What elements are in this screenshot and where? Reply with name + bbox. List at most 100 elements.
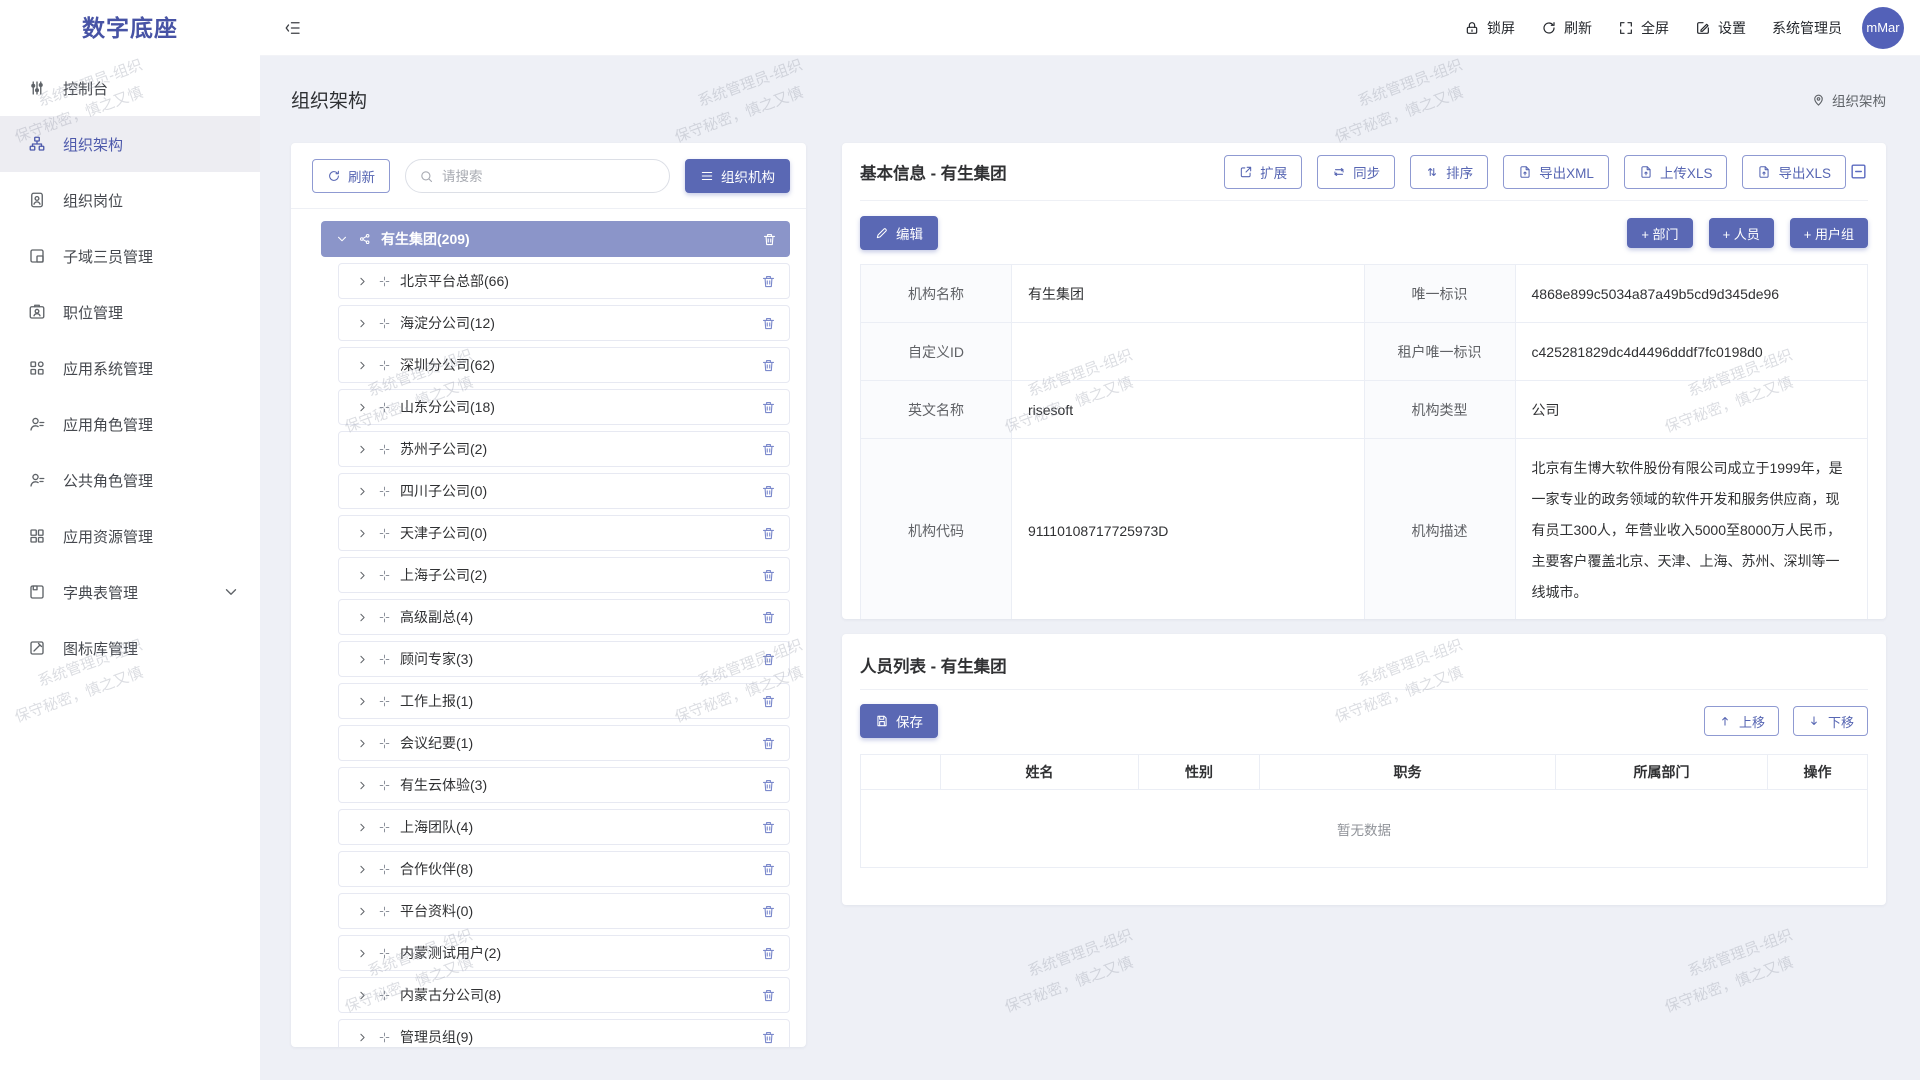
drag-handle-icon[interactable]: [378, 611, 391, 624]
trash-icon[interactable]: [761, 400, 776, 415]
sidebar-item[interactable]: 职位管理: [0, 284, 260, 340]
tree-node[interactable]: 管理员组(9): [338, 1019, 790, 1047]
search-input[interactable]: [442, 169, 656, 184]
chevron-right-icon[interactable]: [356, 485, 369, 498]
chevron-right-icon[interactable]: [356, 527, 369, 540]
tree-node[interactable]: 平台资料(0): [338, 893, 790, 929]
tree-node[interactable]: 海淀分公司(12): [338, 305, 790, 341]
drag-handle-icon[interactable]: [378, 569, 391, 582]
tree-node[interactable]: 上海子公司(2): [338, 557, 790, 593]
header-action[interactable]: 锁屏: [1464, 18, 1515, 38]
sidebar-item[interactable]: 图标库管理: [0, 620, 260, 676]
trash-icon[interactable]: [761, 610, 776, 625]
tree-node[interactable]: 顾问专家(3): [338, 641, 790, 677]
chevron-right-icon[interactable]: [356, 779, 369, 792]
trash-icon[interactable]: [761, 442, 776, 457]
tree-node[interactable]: 山东分公司(18): [338, 389, 790, 425]
trash-icon[interactable]: [761, 1030, 776, 1045]
save-button[interactable]: 保存: [860, 704, 938, 738]
drag-handle-icon[interactable]: [378, 275, 391, 288]
trash-icon[interactable]: [761, 736, 776, 751]
sidebar-item[interactable]: 字典表管理: [0, 564, 260, 620]
drag-handle-icon[interactable]: [378, 1031, 391, 1044]
current-user[interactable]: 系统管理员: [1772, 18, 1842, 38]
collapse-panel-icon[interactable]: [1849, 162, 1868, 181]
tree-node[interactable]: 有生云体验(3): [338, 767, 790, 803]
chevron-right-icon[interactable]: [356, 1031, 369, 1044]
sidebar-item[interactable]: 组织架构: [0, 116, 260, 172]
edit-button[interactable]: 编辑: [860, 216, 938, 250]
refresh-tree-button[interactable]: 刷新: [312, 159, 390, 193]
chevron-right-icon[interactable]: [356, 317, 369, 330]
chevron-right-icon[interactable]: [356, 905, 369, 918]
drag-handle-icon[interactable]: [378, 485, 391, 498]
drag-handle-icon[interactable]: [378, 947, 391, 960]
avatar[interactable]: mMar: [1862, 7, 1904, 49]
tree-node[interactable]: 四川子公司(0): [338, 473, 790, 509]
trash-icon[interactable]: [761, 904, 776, 919]
toolbar-button[interactable]: 导出XLS: [1742, 155, 1846, 189]
toolbar-button[interactable]: 同步: [1317, 155, 1395, 189]
trash-icon[interactable]: [761, 652, 776, 667]
sidebar-item[interactable]: 应用角色管理: [0, 396, 260, 452]
tree-node[interactable]: 深圳分公司(62): [338, 347, 790, 383]
trash-icon[interactable]: [762, 232, 777, 247]
drag-handle-icon[interactable]: [378, 443, 391, 456]
tree-root-node[interactable]: 有生集团(209): [321, 221, 790, 257]
tree-node[interactable]: 苏州子公司(2): [338, 431, 790, 467]
tree-node[interactable]: 会议纪要(1): [338, 725, 790, 761]
drag-handle-icon[interactable]: [378, 401, 391, 414]
drag-handle-icon[interactable]: [378, 527, 391, 540]
sidebar-item[interactable]: 组织岗位: [0, 172, 260, 228]
drag-handle-icon[interactable]: [378, 359, 391, 372]
trash-icon[interactable]: [761, 862, 776, 877]
trash-icon[interactable]: [761, 484, 776, 499]
chevron-right-icon[interactable]: [356, 821, 369, 834]
add-button[interactable]: + 人员: [1709, 218, 1774, 248]
trash-icon[interactable]: [761, 316, 776, 331]
chevron-right-icon[interactable]: [356, 443, 369, 456]
trash-icon[interactable]: [761, 358, 776, 373]
trash-icon[interactable]: [761, 946, 776, 961]
trash-icon[interactable]: [761, 694, 776, 709]
chevron-right-icon[interactable]: [356, 275, 369, 288]
tree-node[interactable]: 天津子公司(0): [338, 515, 790, 551]
sidebar-item[interactable]: 应用资源管理: [0, 508, 260, 564]
chevron-right-icon[interactable]: [356, 989, 369, 1002]
drag-handle-icon[interactable]: [378, 989, 391, 1002]
toolbar-button[interactable]: 上传XLS: [1624, 155, 1728, 189]
chevron-right-icon[interactable]: [356, 611, 369, 624]
trash-icon[interactable]: [761, 778, 776, 793]
drag-handle-icon[interactable]: [378, 905, 391, 918]
tree-node[interactable]: 北京平台总部(66): [338, 263, 790, 299]
header-action[interactable]: 刷新: [1541, 18, 1592, 38]
toolbar-button[interactable]: 排序: [1410, 155, 1488, 189]
tree-node[interactable]: 上海团队(4): [338, 809, 790, 845]
trash-icon[interactable]: [761, 526, 776, 541]
drag-handle-icon[interactable]: [378, 317, 391, 330]
add-button[interactable]: + 部门: [1627, 218, 1692, 248]
chevron-right-icon[interactable]: [356, 695, 369, 708]
toolbar-button[interactable]: 扩展: [1224, 155, 1302, 189]
chevron-right-icon[interactable]: [356, 359, 369, 372]
move-down-button[interactable]: 下移: [1793, 706, 1868, 736]
toolbar-button[interactable]: 导出XML: [1503, 155, 1609, 189]
sidebar-item[interactable]: 控制台: [0, 60, 260, 116]
tree-node[interactable]: 高级副总(4): [338, 599, 790, 635]
drag-handle-icon[interactable]: [378, 737, 391, 750]
drag-handle-icon[interactable]: [378, 863, 391, 876]
org-structure-button[interactable]: 组织机构: [685, 159, 790, 193]
chevron-right-icon[interactable]: [356, 653, 369, 666]
tree-node[interactable]: 内蒙古分公司(8): [338, 977, 790, 1013]
chevron-right-icon[interactable]: [356, 947, 369, 960]
tree-node[interactable]: 工作上报(1): [338, 683, 790, 719]
add-button[interactable]: + 用户组: [1790, 218, 1868, 248]
drag-handle-icon[interactable]: [378, 821, 391, 834]
chevron-right-icon[interactable]: [356, 569, 369, 582]
sidebar-item[interactable]: 公共角色管理: [0, 452, 260, 508]
collapse-sidebar-icon[interactable]: [284, 19, 302, 37]
chevron-right-icon[interactable]: [356, 401, 369, 414]
trash-icon[interactable]: [761, 274, 776, 289]
tree-node[interactable]: 内蒙测试用户(2): [338, 935, 790, 971]
sidebar-item[interactable]: 子域三员管理: [0, 228, 260, 284]
